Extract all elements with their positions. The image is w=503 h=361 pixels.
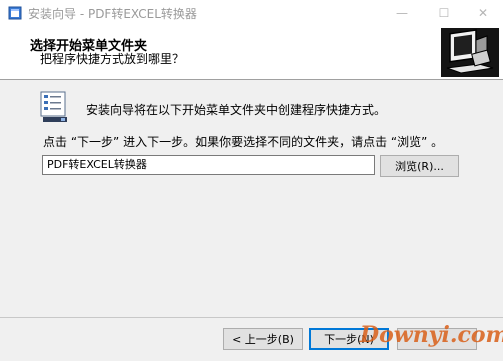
wizard-header: 选择开始菜单文件夹 把程序快捷方式放到哪里？ (0, 26, 503, 80)
instruction-text: 点击 “下一步” 进入下一步。如果你要选择不同的文件夹，请点击 “浏览” 。 (43, 135, 444, 149)
maximize-icon: ☐ (438, 6, 450, 20)
setup-wizard-window: 安装向导 - PDF转EXCEL转换器 — ☐ ✕ 选择开始菜单文件夹 把程序快… (0, 0, 503, 361)
footer-divider (0, 317, 503, 318)
installer-app-icon (8, 6, 22, 20)
minimize-icon: — (396, 6, 408, 20)
back-button[interactable]: < 上一步(B) (223, 328, 303, 350)
watermark-logo: Downyi.com (360, 322, 503, 348)
intro-text: 安装向导将在以下开始菜单文件夹中创建程序快捷方式。 (86, 103, 387, 117)
close-button[interactable]: ✕ (463, 0, 503, 26)
start-menu-folder-icon (40, 91, 67, 122)
start-menu-folder-input[interactable]: PDF转EXCEL转换器 (42, 155, 375, 175)
page-subtitle: 把程序快捷方式放到哪里？ (40, 52, 185, 66)
title-bar[interactable]: 安装向导 - PDF转EXCEL转换器 — ☐ ✕ (0, 0, 503, 26)
minimize-button[interactable]: — (382, 0, 422, 26)
maximize-button[interactable]: ☐ (424, 0, 464, 26)
wizard-computer-icon (441, 28, 499, 77)
window-title: 安装向导 - PDF转EXCEL转换器 (28, 7, 197, 21)
browse-button[interactable]: 浏览(R)... (380, 155, 459, 177)
close-icon: ✕ (477, 6, 489, 20)
